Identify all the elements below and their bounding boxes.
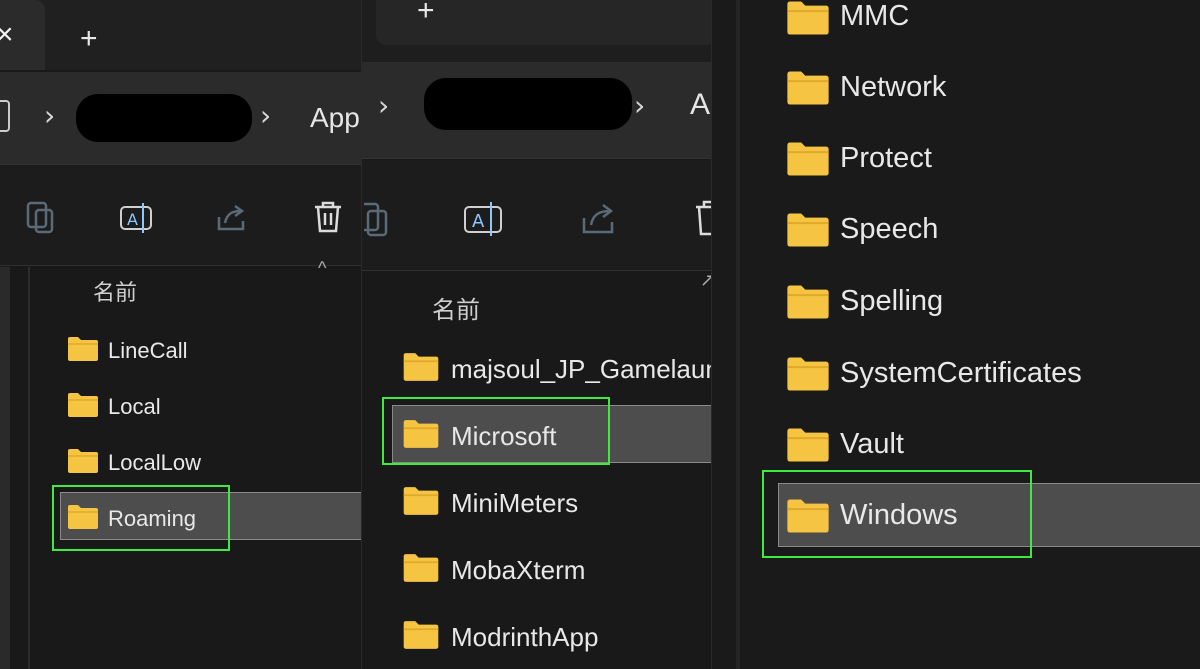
list-item[interactable]: Vault [712, 421, 1200, 471]
folder-icon [787, 428, 829, 462]
folder-icon [403, 353, 439, 381]
breadcrumb-separator[interactable]: › [44, 102, 55, 130]
folder-icon [68, 393, 98, 417]
redacted-username [424, 78, 632, 130]
column-header-name[interactable]: 名前 [93, 275, 137, 307]
list-item[interactable]: Network [712, 64, 1200, 114]
folder-icon [787, 1, 829, 35]
item-name: Roaming [108, 506, 197, 531]
explorer-panel-appdata: × + › › App A ^ 名前 LineCall Local LocalL… [0, 0, 362, 669]
share-icon[interactable] [580, 202, 618, 236]
list-item[interactable]: Speech [712, 206, 1200, 256]
list-item[interactable]: majsoul_JP_Gamelaun [362, 346, 712, 390]
computer-icon [0, 100, 10, 132]
folder-icon [787, 499, 829, 533]
breadcrumb-appdata[interactable]: A [690, 88, 710, 122]
item-name: LineCall [108, 338, 188, 363]
breadcrumb-appdata[interactable]: App [310, 102, 360, 134]
delete-icon[interactable] [312, 199, 344, 235]
list-item-selected[interactable]: Microsoft [362, 413, 712, 457]
explorer-panel-roaming: + › › A A ↗ 名前 majsoul_JP_Gamelaun Micro… [362, 0, 712, 669]
tab-bar: + [362, 0, 712, 62]
breadcrumb-separator[interactable]: › [634, 92, 645, 120]
folder-icon [787, 142, 829, 176]
close-tab-icon[interactable]: × [0, 20, 14, 50]
folder-icon [68, 449, 98, 473]
folder-icon [787, 357, 829, 391]
folder-icon [787, 285, 829, 319]
folder-icon [68, 337, 98, 361]
item-name: Vault [840, 428, 904, 460]
list-item[interactable]: LocalLow [0, 442, 362, 482]
list-item[interactable]: MiniMeters [362, 480, 712, 524]
sort-ascending-icon[interactable]: ^ [318, 258, 326, 279]
folder-icon [68, 505, 98, 529]
folder-icon [787, 71, 829, 105]
folder-icon [403, 487, 439, 515]
copy-icon[interactable] [24, 201, 56, 235]
new-tab-button[interactable]: + [80, 24, 98, 54]
item-name: Protect [840, 142, 932, 174]
address-bar[interactable]: › › App [0, 72, 362, 165]
rename-icon[interactable]: A [462, 200, 504, 238]
svg-text:A: A [127, 210, 138, 229]
address-bar[interactable]: › › A [362, 62, 712, 159]
item-name: Microsoft [451, 421, 557, 451]
list-item[interactable]: Spelling [712, 278, 1200, 328]
list-item-selected[interactable]: Roaming [0, 498, 362, 538]
item-name: Speech [840, 213, 939, 245]
folder-icon [403, 554, 439, 582]
item-name: majsoul_JP_Gamelaun [451, 354, 712, 384]
list-item[interactable]: SystemCertificates [712, 350, 1200, 400]
copy-icon[interactable] [364, 200, 390, 238]
item-name: ModrinthApp [451, 622, 599, 652]
command-toolbar: A [362, 160, 712, 271]
svg-text:A: A [472, 211, 485, 232]
list-item-selected[interactable]: Windows [712, 492, 1200, 542]
item-name: MMC [840, 0, 910, 32]
list-item[interactable]: MobaXterm [362, 547, 712, 591]
command-toolbar: A [0, 165, 362, 266]
item-name: MobaXterm [451, 555, 586, 585]
list-item[interactable]: MMC [712, 0, 1200, 42]
item-name: Local [108, 394, 161, 419]
item-name: MiniMeters [451, 488, 579, 518]
item-name: Spelling [840, 285, 944, 317]
item-name: Network [840, 71, 947, 103]
list-item[interactable]: Local [0, 386, 362, 426]
redacted-username [76, 94, 252, 142]
folder-icon [787, 213, 829, 247]
rename-icon[interactable]: A [118, 201, 154, 235]
breadcrumb-separator[interactable]: › [260, 102, 271, 130]
list-item[interactable]: Protect [712, 135, 1200, 185]
new-tab-button[interactable]: + [417, 0, 435, 26]
breadcrumb-separator[interactable]: › [378, 92, 389, 120]
folder-icon [403, 420, 439, 448]
item-name: LocalLow [108, 450, 201, 475]
delete-icon[interactable] [694, 198, 712, 238]
share-icon[interactable] [215, 203, 249, 233]
item-name: SystemCertificates [840, 357, 1082, 389]
folder-icon [403, 621, 439, 649]
explorer-panel-microsoft: MMC Network Protect Speech Spelling Syst… [712, 0, 1200, 669]
list-item[interactable]: ModrinthApp [362, 614, 712, 658]
list-item[interactable]: LineCall [0, 330, 362, 370]
tab-bar: × + [0, 0, 362, 70]
item-name: Windows [840, 499, 958, 531]
column-header-name[interactable]: 名前 [432, 290, 480, 325]
